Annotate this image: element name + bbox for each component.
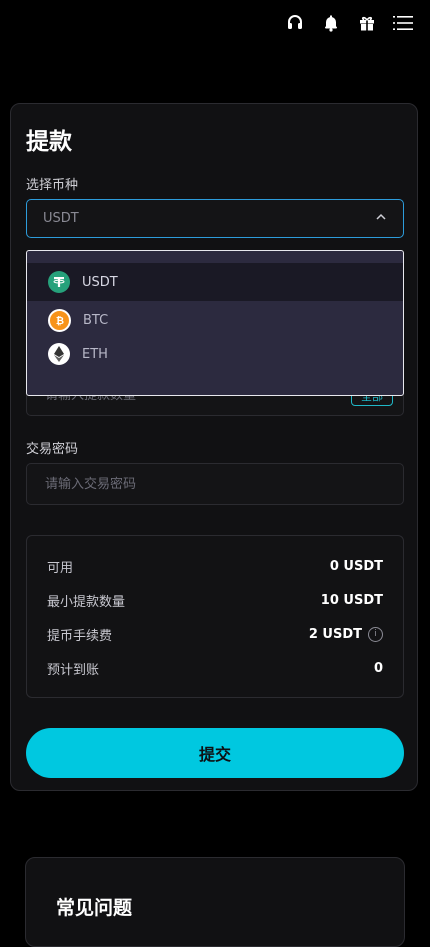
faq-card: 常见问题 [25, 857, 405, 947]
dropdown-option-btc[interactable]: ₿ BTC [27, 303, 403, 337]
info-row-fee: 提币手续费 2 USDT i [47, 624, 383, 644]
submit-button[interactable]: 提交 [26, 728, 404, 778]
chevron-up-icon [375, 211, 387, 227]
info-label: 提币手续费 [47, 628, 113, 644]
withdraw-card: 提款 选择币种 USDT 全部 交易密码 可用 0 USDT 最小提款数量 10… [10, 103, 418, 791]
info-icon[interactable]: i [368, 626, 383, 642]
ethereum-icon [48, 343, 70, 365]
dropdown-option-usdt[interactable]: USDT [27, 263, 403, 301]
dropdown-option-label: ETH [82, 346, 108, 362]
page-title: 提款 [26, 129, 72, 155]
info-value: 0 USDT [329, 558, 383, 574]
currency-dropdown: USDT ₿ BTC ETH [26, 250, 404, 396]
dropdown-option-eth[interactable]: ETH [27, 337, 403, 371]
info-value: 10 USDT [320, 592, 383, 608]
withdraw-info-box: 可用 0 USDT 最小提款数量 10 USDT 提币手续费 2 USDT i … [26, 535, 404, 698]
bell-icon[interactable] [320, 12, 342, 34]
gift-icon[interactable] [356, 12, 378, 34]
password-field [26, 463, 404, 505]
dropdown-option-label: USDT [82, 274, 118, 290]
currency-select-value: USDT [43, 211, 79, 226]
info-row-available: 可用 0 USDT [47, 556, 383, 576]
info-row-expected: 预计到账 0 [47, 658, 383, 678]
info-label: 预计到账 [47, 662, 100, 678]
info-label: 最小提款数量 [47, 594, 126, 610]
tether-icon [48, 271, 70, 293]
bitcoin-icon: ₿ [48, 308, 71, 332]
currency-select[interactable]: USDT [26, 199, 404, 238]
top-bar [284, 12, 414, 34]
dropdown-option-label: BTC [83, 312, 109, 328]
currency-label: 选择币种 [26, 178, 79, 193]
info-value: 2 USDT [308, 626, 362, 642]
info-label: 可用 [47, 560, 74, 576]
password-label: 交易密码 [26, 442, 79, 457]
info-value: 0 [373, 660, 383, 676]
password-input[interactable] [43, 476, 387, 493]
faq-title: 常见问题 [56, 897, 133, 919]
svg-text:₿: ₿ [55, 315, 63, 326]
menu-icon[interactable] [392, 12, 414, 34]
headset-icon[interactable] [284, 12, 306, 34]
info-row-min-amount: 最小提款数量 10 USDT [47, 590, 383, 610]
